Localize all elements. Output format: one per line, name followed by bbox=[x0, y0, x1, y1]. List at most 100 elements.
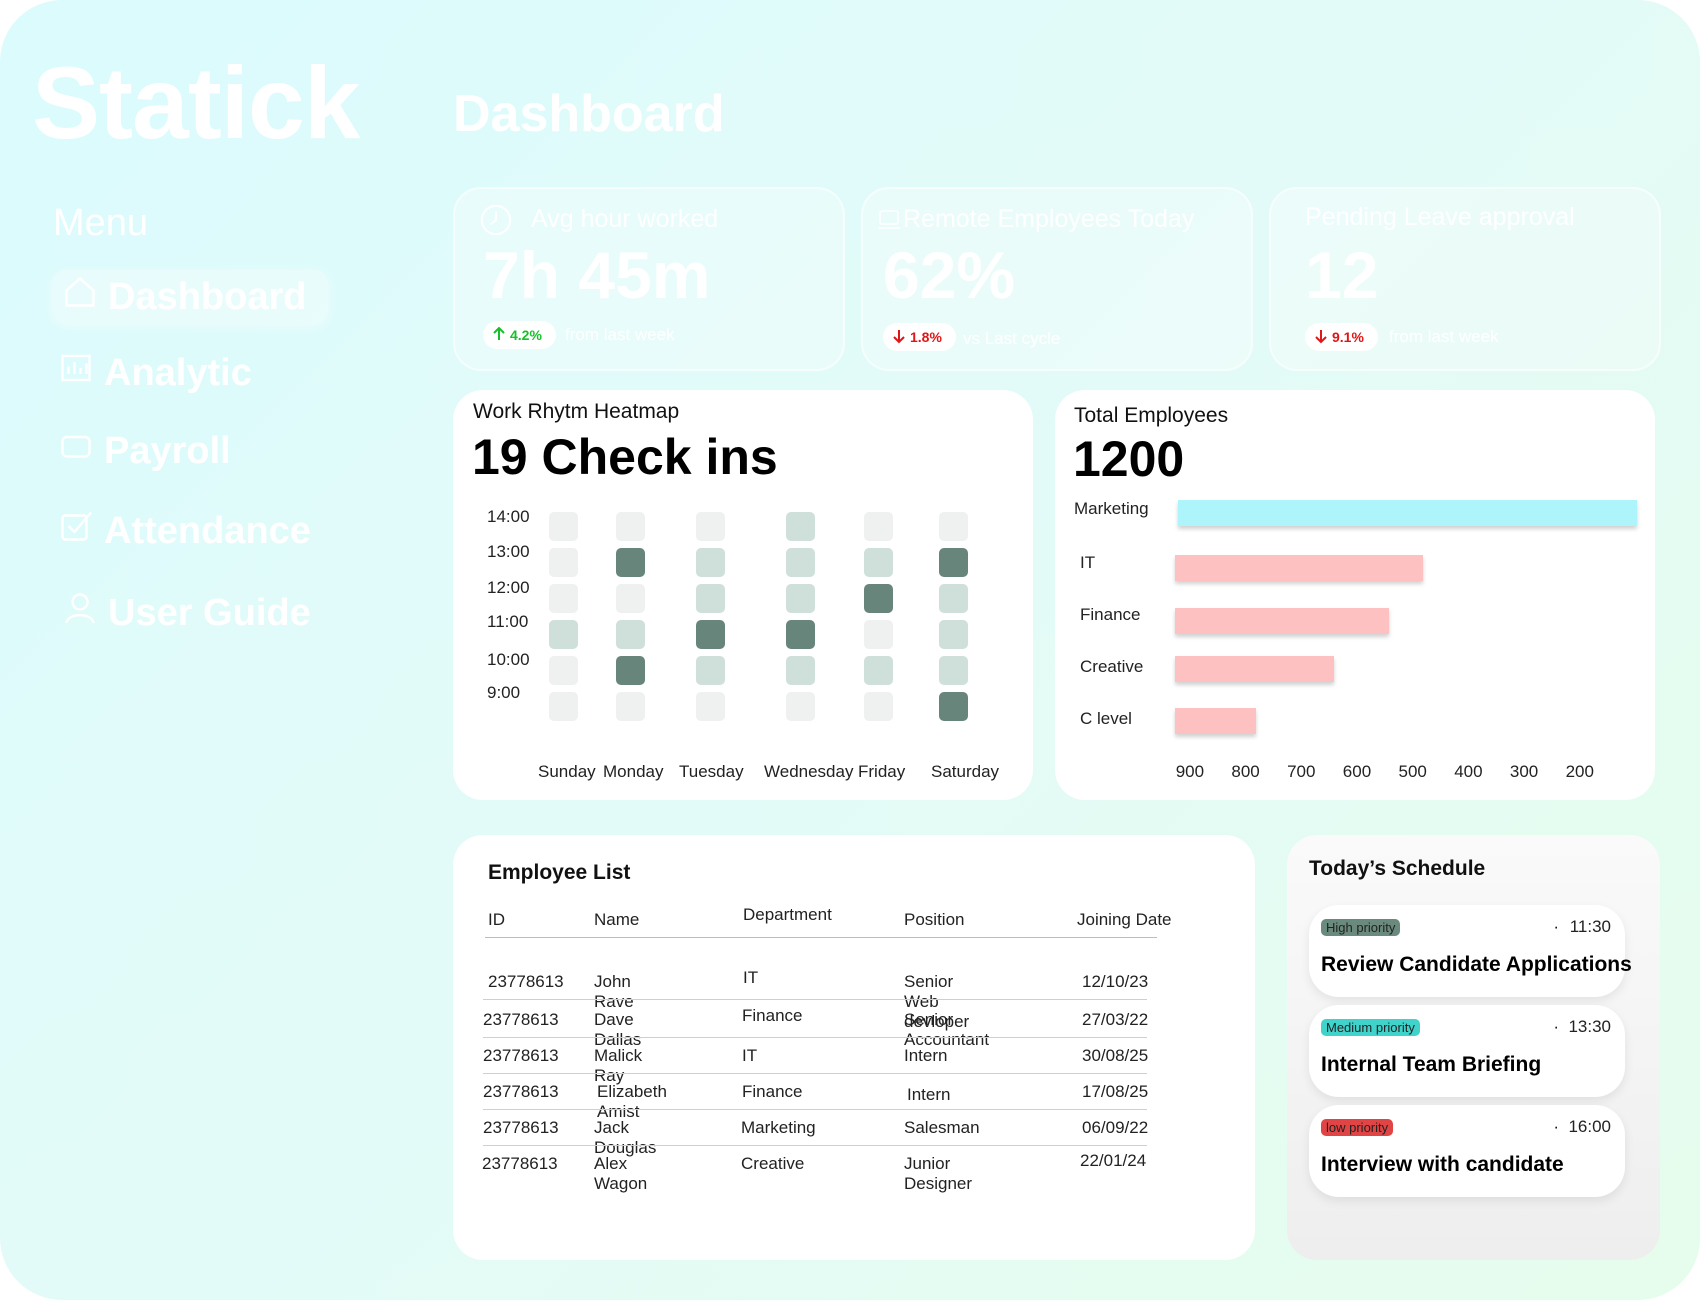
bar-category-label: Creative bbox=[1080, 657, 1144, 676]
clock-icon bbox=[479, 203, 513, 237]
bar-category-label: Marketing bbox=[1074, 499, 1149, 518]
heatmap-panel: Work Rhytm Heatmap 19 Check ins 14:00 13:… bbox=[453, 390, 1033, 800]
column-header: Department bbox=[743, 905, 832, 924]
heatmap-time-label: 9:00 bbox=[487, 683, 521, 702]
heatmap-cell bbox=[864, 656, 893, 685]
table-cell: IT bbox=[743, 968, 759, 987]
change-badge: 4.2% bbox=[483, 321, 556, 349]
table-cell: 17/08/25 bbox=[1082, 1082, 1149, 1101]
heatmap-cell bbox=[786, 692, 815, 721]
table-cell: 23778613 bbox=[483, 1082, 559, 1101]
heatmap-day-label: Sunday bbox=[538, 762, 596, 781]
sidebar-item-attendance[interactable]: Attendance bbox=[58, 508, 311, 554]
heatmap-cell bbox=[939, 620, 968, 649]
table-cell: 23778613 bbox=[483, 1046, 559, 1065]
heatmap-day-label: Tuesday bbox=[679, 762, 744, 781]
home-icon bbox=[62, 274, 98, 320]
heatmap-cell bbox=[696, 512, 725, 541]
heatmap-cell bbox=[864, 692, 893, 721]
heatmap-cell bbox=[616, 548, 645, 577]
table-cell: Intern bbox=[907, 1085, 951, 1104]
stat-note: vs Last cycle bbox=[963, 329, 1061, 348]
heatmap-day-label: Wednesday bbox=[764, 762, 854, 781]
stat-title: Remote Employees Today bbox=[903, 205, 1195, 233]
table-cell: Alex Wagon bbox=[594, 1154, 648, 1193]
employee-list-panel: Employee List ID Name Department Position Jo… bbox=[453, 835, 1255, 1260]
x-tick-label: 400 bbox=[1454, 762, 1483, 781]
heatmap-cell bbox=[786, 584, 815, 613]
table-cell: 23778613 bbox=[483, 1010, 559, 1029]
heatmap-time-label: 13:00 bbox=[487, 542, 530, 561]
heatmap-cell bbox=[786, 656, 815, 685]
sidebar-item-analytic[interactable]: Analytic bbox=[58, 350, 252, 396]
row-divider bbox=[483, 999, 1147, 1000]
sidebar-item-user-guide[interactable]: User Guide bbox=[62, 590, 311, 636]
stat-title: Pending Leave approval bbox=[1305, 203, 1575, 231]
stat-card-remote: Remote Employees Today 62% 1.8% vs Last … bbox=[861, 187, 1253, 371]
heatmap-cell bbox=[939, 692, 968, 721]
column-header: Name bbox=[594, 910, 640, 929]
x-tick-label: 500 bbox=[1398, 762, 1427, 781]
sidebar-item-label: Attendance bbox=[104, 509, 311, 552]
heatmap-cell bbox=[864, 584, 893, 613]
x-tick-label: 900 bbox=[1175, 762, 1205, 781]
sidebar-item-label: Dashboard bbox=[108, 275, 307, 318]
bar-category-label: IT bbox=[1080, 553, 1096, 572]
bar bbox=[1175, 608, 1390, 634]
table-cell: 30/08/25 bbox=[1082, 1046, 1149, 1065]
change-value: 9.1% bbox=[1332, 329, 1364, 345]
heatmap-cell bbox=[549, 548, 578, 577]
change-badge: 9.1% bbox=[1305, 323, 1378, 351]
table-cell: 22/01/24 bbox=[1080, 1151, 1147, 1170]
stat-value: 12 bbox=[1305, 238, 1379, 312]
heatmap-cell bbox=[549, 584, 578, 613]
user-icon bbox=[62, 590, 98, 636]
bar bbox=[1175, 656, 1334, 682]
schedule-time: 16:00 bbox=[1568, 1117, 1611, 1136]
chart-icon bbox=[58, 350, 94, 396]
wallet-icon bbox=[58, 428, 94, 474]
table-cell: Elizabeth Amist bbox=[597, 1082, 667, 1121]
arrow-down-icon bbox=[891, 328, 907, 347]
schedule-card[interactable]: High priority · 11:30 Review Candidate Appl… bbox=[1309, 905, 1632, 997]
arrow-up-icon bbox=[491, 326, 507, 345]
heatmap-cell bbox=[616, 620, 645, 649]
stat-card-avg-hours: Avg hour worked 7h 45m 4.2% from last we… bbox=[453, 187, 845, 371]
x-tick-label: 200 bbox=[1565, 762, 1594, 781]
stat-note: from last week bbox=[565, 325, 675, 344]
row-divider bbox=[483, 1037, 1147, 1038]
heatmap-cell bbox=[696, 692, 725, 721]
table-cell: IT bbox=[742, 1046, 758, 1065]
column-header: Position bbox=[904, 910, 965, 929]
schedule-item-title: Interview with candidate bbox=[1321, 1153, 1564, 1176]
heatmap-cell bbox=[864, 512, 893, 541]
heatmap-cell bbox=[939, 584, 968, 613]
heatmap-time-label: 10:00 bbox=[487, 650, 530, 669]
change-badge: 1.8% bbox=[883, 323, 956, 351]
sidebar-item-dashboard[interactable]: Dashboard bbox=[52, 270, 329, 324]
heatmap-cell bbox=[549, 692, 578, 721]
schedule-card[interactable]: Medium priority · 13:30 Internal Team Brief… bbox=[1309, 1005, 1625, 1097]
schedule-panel: Today’s Schedule High priority · 11:30 Revi… bbox=[1287, 835, 1660, 1260]
stat-value: 62% bbox=[883, 238, 1016, 312]
heatmap-title: Work Rhytm Heatmap bbox=[473, 400, 680, 423]
x-tick-label: 600 bbox=[1342, 762, 1372, 781]
stat-title: Avg hour worked bbox=[531, 205, 719, 233]
heatmap-cell bbox=[864, 548, 893, 577]
x-tick-label: 700 bbox=[1287, 762, 1316, 781]
chart-title: Total Employees bbox=[1074, 404, 1229, 427]
bar-category-label: Finance bbox=[1080, 605, 1141, 624]
heatmap-day-label: Friday bbox=[858, 762, 906, 781]
table-cell: 06/09/22 bbox=[1082, 1118, 1149, 1137]
column-header: Joining Date bbox=[1077, 910, 1172, 929]
heatmap-day-label: Saturday bbox=[931, 762, 1000, 781]
heatmap-cell bbox=[549, 620, 578, 649]
page-title: Dashboard bbox=[453, 85, 725, 143]
schedule-title: Today’s Schedule bbox=[1309, 857, 1486, 880]
app-logo: Statick bbox=[32, 46, 360, 160]
schedule-card[interactable]: low priority · 16:00 Interview with candida… bbox=[1309, 1105, 1625, 1197]
sidebar-item-payroll[interactable]: Payroll bbox=[58, 428, 231, 474]
schedule-time: 13:30 bbox=[1568, 1017, 1611, 1036]
bar bbox=[1175, 555, 1423, 581]
heatmap-cell bbox=[939, 656, 968, 685]
